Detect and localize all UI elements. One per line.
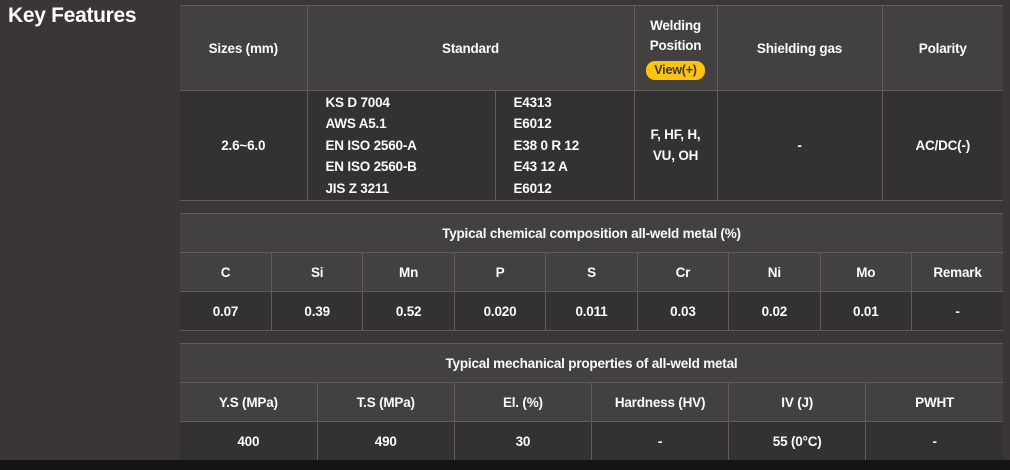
standard-specs-cell: KS D 7004 AWS A5.1 EN ISO 2560-A EN ISO … [307, 91, 495, 201]
shielding-gas-value: - [717, 91, 882, 201]
standard-spec-item: EN ISO 2560-A [326, 135, 495, 157]
mechanical-col-ys: Y.S (MPa) [180, 383, 317, 422]
mechanical-value-ys: 400 [180, 422, 317, 461]
chemical-col-si: Si [271, 253, 362, 292]
chemical-table-title: Typical chemical composition all-weld me… [180, 214, 1003, 253]
view-plus-button[interactable]: View(+) [646, 61, 704, 80]
chemical-col-s: S [546, 253, 637, 292]
welding-position-label: Welding Position [635, 16, 717, 57]
mechanical-value-pwht: - [866, 422, 1003, 461]
spec-table: Sizes (mm) Standard Welding Position Vie… [180, 5, 1003, 201]
standard-classes-cell: E4313 E6012 E38 0 R 12 E43 12 A E6012 [495, 91, 634, 201]
mechanical-col-pwht: PWHT [866, 383, 1003, 422]
mechanical-value-el: 30 [454, 422, 591, 461]
mechanical-value-ts: 490 [317, 422, 454, 461]
chemical-title-row: Typical chemical composition all-weld me… [180, 214, 1003, 253]
chemical-header-row: C Si Mn P S Cr Ni Mo Remark [180, 253, 1003, 292]
chemical-composition-table: Typical chemical composition all-weld me… [180, 213, 1003, 331]
page-title: Key Features [8, 4, 136, 28]
standard-class-item: E4313 [514, 92, 634, 114]
chemical-col-cr: Cr [637, 253, 728, 292]
mechanical-table-title: Typical mechanical properties of all-wel… [180, 344, 1003, 383]
standard-spec-item: KS D 7004 [326, 92, 495, 114]
mechanical-properties-table: Typical mechanical properties of all-wel… [180, 343, 1003, 461]
mechanical-header-row: Y.S (MPa) T.S (MPa) El. (%) Hardness (HV… [180, 383, 1003, 422]
mechanical-title-row: Typical mechanical properties of all-wel… [180, 344, 1003, 383]
chemical-value-mn: 0.52 [363, 292, 454, 331]
spec-header-standard: Standard [307, 6, 634, 91]
standard-spec-item: AWS A5.1 [326, 113, 495, 135]
standard-spec-item: JIS Z 3211 [326, 178, 495, 200]
welding-position-value: F, HF, H, VU, OH [634, 91, 717, 201]
chemical-value-p: 0.020 [454, 292, 545, 331]
standard-class-item: E43 12 A [514, 156, 634, 178]
chemical-value-cr: 0.03 [637, 292, 728, 331]
standard-spec-item: EN ISO 2560-B [326, 156, 495, 178]
chemical-value-si: 0.39 [271, 292, 362, 331]
mechanical-value-hardness: - [591, 422, 728, 461]
mechanical-col-ts: T.S (MPa) [317, 383, 454, 422]
chemical-col-p: P [454, 253, 545, 292]
spec-data-row: 2.6~6.0 KS D 7004 AWS A5.1 EN ISO 2560-A… [180, 91, 1003, 201]
chemical-col-ni: Ni [729, 253, 820, 292]
spec-header-polarity: Polarity [882, 6, 1003, 91]
polarity-value: AC/DC(-) [882, 91, 1003, 201]
chemical-value-remark: - [912, 292, 1004, 331]
content-area: Sizes (mm) Standard Welding Position Vie… [180, 5, 1003, 470]
mechanical-data-row: 400 490 30 - 55 (0°C) - [180, 422, 1003, 461]
spec-header-row: Sizes (mm) Standard Welding Position Vie… [180, 6, 1003, 91]
chemical-col-mo: Mo [820, 253, 911, 292]
spec-header-shielding-gas: Shielding gas [717, 6, 882, 91]
chemical-value-s: 0.011 [546, 292, 637, 331]
spec-header-welding-position: Welding Position View(+) [634, 6, 717, 91]
mechanical-value-iv: 55 (0°C) [729, 422, 866, 461]
standard-class-item: E6012 [514, 178, 634, 200]
mechanical-col-el: El. (%) [454, 383, 591, 422]
sizes-value: 2.6~6.0 [180, 91, 307, 201]
chemical-col-mn: Mn [363, 253, 454, 292]
mechanical-col-hardness: Hardness (HV) [591, 383, 728, 422]
chemical-value-mo: 0.01 [820, 292, 911, 331]
chemical-data-row: 0.07 0.39 0.52 0.020 0.011 0.03 0.02 0.0… [180, 292, 1003, 331]
chemical-value-c: 0.07 [180, 292, 271, 331]
chemical-col-remark: Remark [912, 253, 1004, 292]
chemical-value-ni: 0.02 [729, 292, 820, 331]
chemical-col-c: C [180, 253, 271, 292]
footer-bar [0, 460, 1010, 470]
mechanical-col-iv: IV (J) [729, 383, 866, 422]
spec-header-sizes: Sizes (mm) [180, 6, 307, 91]
standard-class-item: E38 0 R 12 [514, 135, 634, 157]
standard-class-item: E6012 [514, 113, 634, 135]
